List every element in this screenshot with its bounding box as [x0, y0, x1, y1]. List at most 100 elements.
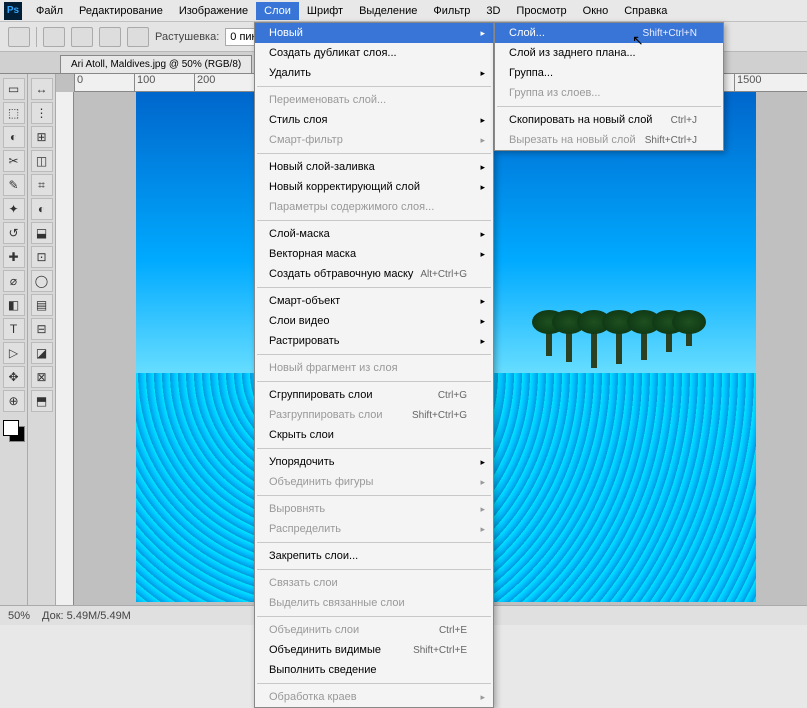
menu-item-label: Скрыть слои: [269, 429, 334, 441]
toolbox-right: ↔⋮⊞◫⌗◐⬓⊡◯▤⊟◪⊠⬒: [28, 74, 56, 605]
menu-separator: [257, 153, 491, 154]
layers-menu-item-32[interactable]: Закрепить слои...: [255, 546, 493, 566]
new-submenu-item-1[interactable]: Слой из заднего плана...: [495, 43, 723, 63]
menu-item-label: Распределить: [269, 523, 341, 535]
layers-menu-item-26[interactable]: Упорядочить: [255, 452, 493, 472]
menu-item-label: Связать слои: [269, 577, 338, 589]
tool-r-5[interactable]: ◐: [31, 198, 53, 220]
layers-menu-item-34: Связать слои: [255, 573, 493, 593]
layers-menu-item-13[interactable]: Векторная маска: [255, 244, 493, 264]
tool-1[interactable]: ⬚: [3, 102, 25, 124]
menu-item-label: Слои видео: [269, 315, 329, 327]
layers-menu-item-17[interactable]: Слои видео: [255, 311, 493, 331]
menu-help[interactable]: Справка: [616, 2, 675, 20]
layers-menu-item-37: Объединить слоиCtrl+E: [255, 620, 493, 640]
menu-item-label: Выровнять: [269, 503, 325, 515]
tool-5[interactable]: ✦: [3, 198, 25, 220]
layers-menu-item-24[interactable]: Скрыть слои: [255, 425, 493, 445]
layers-menu-item-8[interactable]: Новый слой-заливка: [255, 157, 493, 177]
menu-item-label: Стиль слоя: [269, 114, 327, 126]
new-submenu-item-0[interactable]: Слой...Shift+Ctrl+N: [495, 23, 723, 43]
layers-menu-item-2[interactable]: Удалить: [255, 63, 493, 83]
layers-menu-item-12[interactable]: Слой-маска: [255, 224, 493, 244]
tool-r-6[interactable]: ⬓: [31, 222, 53, 244]
menu-type[interactable]: Шрифт: [299, 2, 351, 20]
layers-menu-item-9[interactable]: Новый корректирующий слой: [255, 177, 493, 197]
marquee-add-icon[interactable]: [71, 27, 93, 47]
tool-r-4[interactable]: ⌗: [31, 174, 53, 196]
menu-item-label: Удалить: [269, 67, 311, 79]
layers-menu-item-14[interactable]: Создать обтравочную маскуAlt+Ctrl+G: [255, 264, 493, 284]
menu-item-label: Создать дубликат слоя...: [269, 47, 397, 59]
menu-image[interactable]: Изображение: [171, 2, 256, 20]
menu-separator: [257, 542, 491, 543]
menu-item-label: Слой-маска: [269, 228, 330, 240]
tool-r-7[interactable]: ⊡: [31, 246, 53, 268]
tool-6[interactable]: ↺: [3, 222, 25, 244]
menu-view[interactable]: Просмотр: [508, 2, 574, 20]
tool-r-0[interactable]: ↔: [31, 78, 53, 100]
tool-2[interactable]: ◐: [3, 126, 25, 148]
new-submenu-item-5[interactable]: Скопировать на новый слойCtrl+J: [495, 110, 723, 130]
menu-item-label: Векторная маска: [269, 248, 356, 260]
menu-item-label: Скопировать на новый слой: [509, 114, 652, 126]
marquee-intersect-icon[interactable]: [127, 27, 149, 47]
menu-window[interactable]: Окно: [575, 2, 617, 20]
tool-8[interactable]: ⌀: [3, 270, 25, 292]
marquee-sub-icon[interactable]: [99, 27, 121, 47]
tool-3[interactable]: ✂: [3, 150, 25, 172]
tool-r-13[interactable]: ⬒: [31, 390, 53, 412]
tool-r-1[interactable]: ⋮: [31, 102, 53, 124]
color-swatch[interactable]: [3, 420, 25, 442]
app-logo: Ps: [4, 2, 22, 20]
tool-0[interactable]: ▭: [3, 78, 25, 100]
layers-menu-item-0[interactable]: Новый: [255, 23, 493, 43]
layers-menu-item-38[interactable]: Объединить видимыеShift+Ctrl+E: [255, 640, 493, 660]
tool-r-11[interactable]: ◪: [31, 342, 53, 364]
separator: [36, 27, 37, 47]
new-submenu-item-6: Вырезать на новый слойShift+Ctrl+J: [495, 130, 723, 150]
tool-r-3[interactable]: ◫: [31, 150, 53, 172]
tool-r-2[interactable]: ⊞: [31, 126, 53, 148]
zoom-level[interactable]: 50%: [8, 610, 30, 622]
tool-11[interactable]: ▷: [3, 342, 25, 364]
menu-separator: [497, 106, 721, 107]
layers-menu-item-22[interactable]: Сгруппировать слоиCtrl+G: [255, 385, 493, 405]
tool-r-10[interactable]: ⊟: [31, 318, 53, 340]
menu-separator: [257, 448, 491, 449]
menu-item-label: Объединить слои: [269, 624, 359, 636]
menu-separator: [257, 220, 491, 221]
marquee-rect-icon[interactable]: [43, 27, 65, 47]
menu-filter[interactable]: Фильтр: [425, 2, 478, 20]
menu-item-label: Смарт-объект: [269, 295, 340, 307]
tool-preset-icon[interactable]: [8, 27, 30, 47]
tool-r-12[interactable]: ⊠: [31, 366, 53, 388]
menu-item-label: Переименовать слой...: [269, 94, 386, 106]
tool-9[interactable]: ◧: [3, 294, 25, 316]
menu-layers[interactable]: Слои: [256, 2, 299, 20]
tool-r-9[interactable]: ▤: [31, 294, 53, 316]
document-tab[interactable]: Ari Atoll, Maldives.jpg @ 50% (RGB/8): [60, 55, 252, 73]
layers-menu-item-39[interactable]: Выполнить сведение: [255, 660, 493, 680]
new-submenu: Слой...Shift+Ctrl+NСлой из заднего плана…: [494, 22, 724, 151]
new-submenu-item-2[interactable]: Группа...: [495, 63, 723, 83]
tool-12[interactable]: ✥: [3, 366, 25, 388]
menu-item-label: Группа...: [509, 67, 553, 79]
layers-menu-item-18[interactable]: Растрировать: [255, 331, 493, 351]
tool-13[interactable]: ⊕: [3, 390, 25, 412]
menu-edit[interactable]: Редактирование: [71, 2, 171, 20]
layers-menu-item-1[interactable]: Создать дубликат слоя...: [255, 43, 493, 63]
menu-3d[interactable]: 3D: [478, 2, 508, 20]
toolbox-left: ▭⬚◐✂✎✦↺✚⌀◧T▷✥⊕: [0, 74, 28, 605]
tool-r-8[interactable]: ◯: [31, 270, 53, 292]
tool-4[interactable]: ✎: [3, 174, 25, 196]
feather-label: Растушевка:: [155, 31, 219, 43]
menu-file[interactable]: Файл: [28, 2, 71, 20]
menu-item-label: Слой...: [509, 27, 545, 39]
menu-separator: [257, 569, 491, 570]
layers-menu-item-5[interactable]: Стиль слоя: [255, 110, 493, 130]
menu-select[interactable]: Выделение: [351, 2, 425, 20]
tool-7[interactable]: ✚: [3, 246, 25, 268]
layers-menu-item-16[interactable]: Смарт-объект: [255, 291, 493, 311]
tool-10[interactable]: T: [3, 318, 25, 340]
